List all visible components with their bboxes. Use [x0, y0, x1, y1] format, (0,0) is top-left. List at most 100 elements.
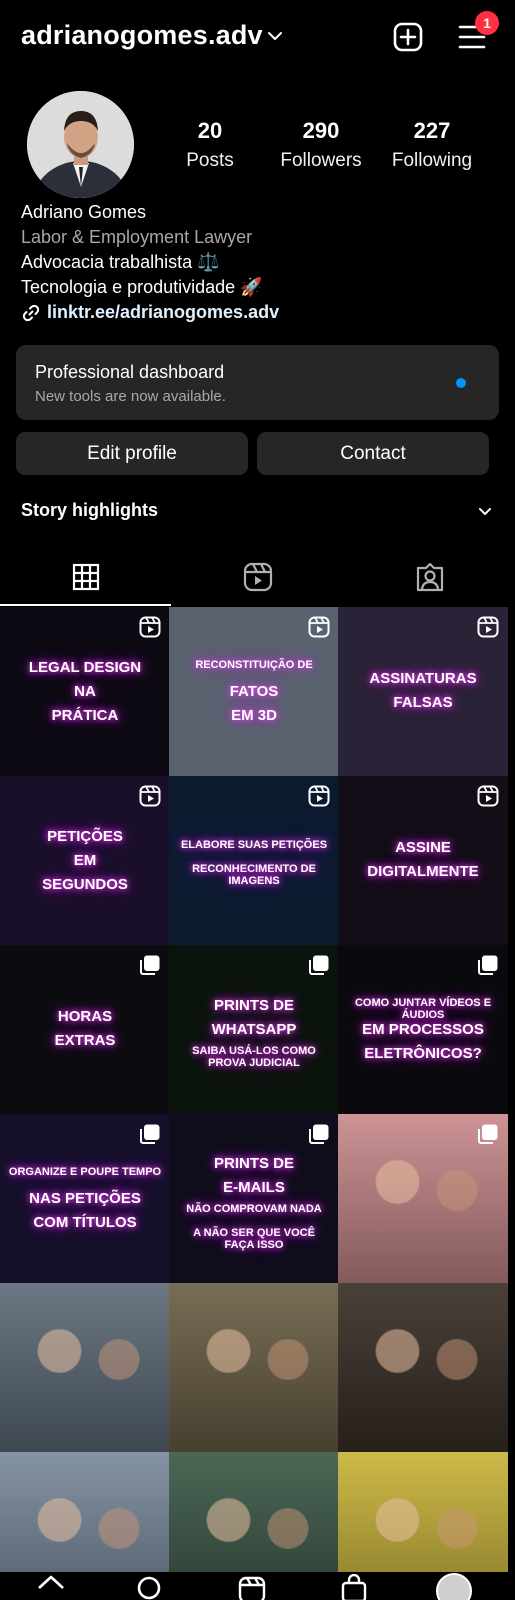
post-thumbnail[interactable]: PETIÇÕES EM SEGUNDOS: [0, 776, 170, 946]
post-thumbnail[interactable]: RECONSTITUIÇÃO DE FATOS EM 3D: [169, 607, 339, 777]
link-icon: [22, 304, 40, 321]
post-caption-text: NA: [74, 683, 96, 700]
followers-label: Followers: [280, 150, 362, 171]
profile-link-text: linktr.ee/adrianogomes.adv: [47, 302, 280, 322]
post-caption-text: NÃO COMPROVAM NADA: [186, 1203, 322, 1215]
post-caption-text: WHATSAPP: [211, 1021, 297, 1038]
profile-bio: Adriano Gomes Labor & Employment Lawyer …: [21, 200, 491, 325]
reel-badge-icon: [477, 616, 499, 638]
carousel-badge-icon: [309, 955, 329, 975]
post-thumbnail[interactable]: HORAS EXTRAS: [0, 945, 170, 1115]
post-thumbnail[interactable]: [338, 1283, 508, 1453]
post-caption-text: FALSAS: [393, 694, 453, 711]
bottom-nav: [0, 1572, 515, 1600]
post-caption-text: DIGITALMENTE: [367, 863, 479, 880]
post-caption-text: ELETRÔNICOS?: [364, 1045, 482, 1062]
post-photo: [0, 1283, 170, 1453]
post-thumbnail[interactable]: ASSINATURAS FALSAS: [338, 607, 508, 777]
reel-badge-icon: [477, 785, 499, 807]
stat-posts[interactable]: 20 Posts: [155, 118, 265, 172]
post-caption-text: SAIBA USÁ-LOS COMO PROVA JUDICIAL: [192, 1045, 316, 1069]
professional-dashboard-card[interactable]: Professional dashboard New tools are now…: [16, 345, 499, 420]
home-icon[interactable]: [36, 1574, 66, 1600]
post-thumbnail[interactable]: ASSINE DIGITALMENTE: [338, 776, 508, 946]
search-icon[interactable]: [136, 1574, 164, 1600]
post-thumbnail[interactable]: PRINTS DE E-MAILS NÃO COMPROVAM NADA A NÃO …: [169, 1114, 339, 1284]
following-label: Following: [391, 150, 473, 171]
contact-button[interactable]: Contact: [257, 432, 489, 475]
tab-tagged[interactable]: [344, 548, 515, 606]
bio-line: Tecnologia e produtividade 🚀: [21, 277, 263, 297]
tagged-icon: [416, 562, 443, 592]
post-thumbnail[interactable]: ORGANIZE E POUPE TEMPO NAS PETIÇÕES COM TÍ…: [0, 1114, 170, 1284]
reel-badge-icon: [308, 785, 330, 807]
shop-icon[interactable]: [340, 1574, 368, 1600]
bio-line: Advocacia trabalhista ⚖️: [21, 252, 220, 272]
reels-icon: [243, 562, 272, 592]
post-caption-text: PRÁTICA: [51, 707, 119, 724]
chevron-down-icon[interactable]: [478, 505, 492, 519]
post-caption-text: RECONHECIMENTO DE IMAGENS: [192, 863, 316, 887]
post-caption-text: PRINTS DE: [213, 997, 294, 1014]
reel-badge-icon: [139, 785, 161, 807]
carousel-badge-icon: [140, 955, 160, 975]
post-thumbnail[interactable]: PRINTS DE WHATSAPP SAIBA USÁ-LOS COMO PROV…: [169, 945, 339, 1115]
carousel-badge-icon: [478, 955, 498, 975]
post-caption-text: ELABORE SUAS PETIÇÕES: [180, 839, 328, 851]
post-caption-text: EM PROCESSOS: [362, 1021, 484, 1038]
profile-name: Adriano Gomes: [21, 202, 147, 222]
notification-badge: 1: [475, 11, 499, 35]
new-indicator-dot: [456, 378, 466, 388]
post-caption-text: PRINTS DE: [213, 1155, 294, 1172]
post-photo: [169, 1283, 339, 1453]
username-switcher[interactable]: adrianogomes.adv: [21, 20, 263, 51]
post-caption-text: SEGUNDOS: [42, 876, 128, 893]
post-caption-text: A NÃO SER QUE VOCÊ FAÇA ISSO: [193, 1227, 315, 1251]
edit-profile-button[interactable]: Edit profile: [16, 432, 248, 475]
reels-nav-icon[interactable]: [238, 1574, 266, 1600]
dashboard-title: Professional dashboard: [35, 362, 225, 382]
post-thumbnail[interactable]: LEGAL DESIGN NA PRÁTICA: [0, 607, 170, 777]
posts-count: 20: [197, 118, 223, 143]
post-caption-text: COM TÍTULOS: [33, 1214, 137, 1231]
create-post-icon[interactable]: [393, 22, 423, 52]
story-highlights-toggle[interactable]: Story highlights: [21, 500, 158, 521]
stat-following[interactable]: 227 Following: [377, 118, 487, 172]
tab-posts-grid[interactable]: [0, 548, 171, 606]
post-caption-text: EM 3D: [231, 707, 277, 724]
post-caption-text: ASSINE: [395, 839, 451, 856]
post-caption-text: PETIÇÕES: [47, 828, 123, 845]
reel-badge-icon: [308, 616, 330, 638]
profile-nav-avatar[interactable]: [436, 1573, 472, 1600]
post-caption-text: LEGAL DESIGN: [28, 659, 142, 676]
post-thumbnail[interactable]: [338, 1114, 508, 1284]
avatar[interactable]: [27, 91, 134, 198]
posts-label: Posts: [186, 150, 234, 171]
profile-category: Labor & Employment Lawyer: [21, 227, 253, 247]
post-caption-text: EM: [73, 852, 97, 869]
followers-count: 290: [302, 118, 340, 143]
post-caption-text: HORAS: [57, 1008, 113, 1025]
post-thumbnail[interactable]: [169, 1283, 339, 1453]
post-caption-text: RECONSTITUIÇÃO DE: [195, 659, 313, 671]
post-caption-text: NAS PETIÇÕES: [29, 1190, 141, 1207]
stat-followers[interactable]: 290 Followers: [266, 118, 376, 172]
post-caption-text: FATOS: [229, 683, 279, 700]
post-caption-text: E-MAILS: [223, 1179, 285, 1196]
following-count: 227: [413, 118, 451, 143]
carousel-badge-icon: [478, 1124, 498, 1144]
post-thumbnail[interactable]: COMO JUNTAR VÍDEOS E ÁUDIOS EM PROCESSOS E…: [338, 945, 508, 1115]
carousel-badge-icon: [309, 1124, 329, 1144]
grid-icon: [72, 563, 99, 591]
profile-link[interactable]: linktr.ee/adrianogomes.adv: [21, 300, 491, 325]
active-tab-underline: [0, 604, 171, 606]
post-photo: [338, 1283, 508, 1453]
chevron-down-icon[interactable]: [267, 28, 283, 44]
top-bar: adrianogomes.adv 1: [0, 0, 515, 78]
post-thumbnail[interactable]: ELABORE SUAS PETIÇÕES RECONHECIMENTO DE I…: [169, 776, 339, 946]
post-caption-text: COMO JUNTAR VÍDEOS E ÁUDIOS: [354, 997, 492, 1021]
post-thumbnail[interactable]: [0, 1283, 170, 1453]
tab-reels[interactable]: [172, 548, 343, 606]
post-caption-text: ASSINATURAS: [369, 670, 477, 687]
post-caption-text: ORGANIZE E POUPE TEMPO: [8, 1166, 162, 1178]
